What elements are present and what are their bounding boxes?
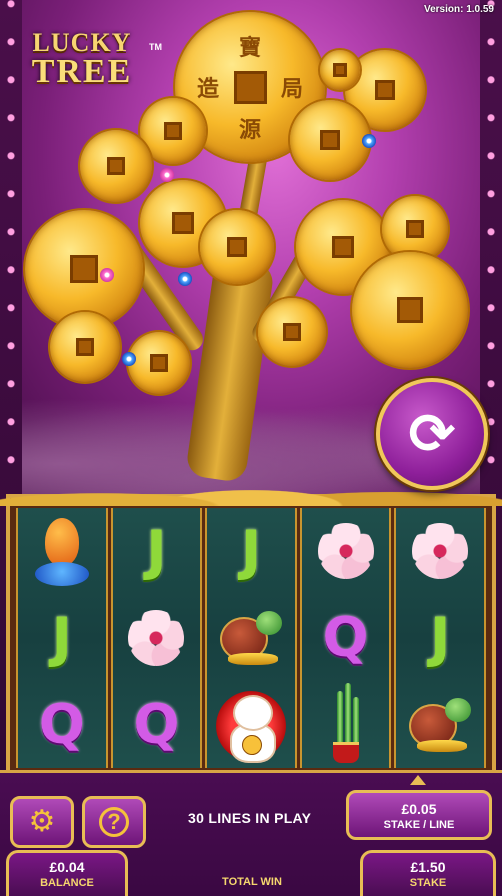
symbol-cherry-blossom	[396, 508, 484, 595]
gold-coin	[128, 332, 190, 394]
total-win-meter: TOTAL WIN	[160, 850, 344, 896]
balance-value: £0.04	[49, 859, 85, 875]
trademark-mark: TM	[149, 42, 162, 52]
symbol-j: J	[396, 595, 484, 682]
symbol-q: Q	[302, 595, 390, 682]
lines-in-play-label: 30 LINES IN PLAY	[188, 810, 312, 826]
refresh-icon: ⟳	[408, 402, 456, 465]
gold-coin	[320, 50, 360, 90]
reel-3: J	[205, 508, 297, 768]
gold-coin	[50, 312, 120, 382]
stake-meter: £1.50 STAKE	[360, 850, 496, 896]
question-icon: ?	[99, 807, 129, 837]
stake-value: £1.50	[410, 859, 446, 875]
stake-per-line-label: STAKE / LINE	[383, 819, 455, 831]
symbol-koi-fish	[18, 508, 106, 595]
symbol-letter: Q	[322, 605, 369, 669]
symbol-bamboo	[302, 681, 390, 768]
cherry-blossom-icon	[128, 609, 185, 666]
gold-coin	[290, 100, 370, 180]
symbol-cherry-blossom	[113, 595, 201, 682]
cherry-blossom-icon	[412, 523, 469, 580]
version-label: Version: 1.0.59	[423, 4, 494, 15]
cherry-blossom-icon	[317, 523, 374, 580]
blue-flower	[178, 272, 192, 286]
balance-label: BALANCE	[40, 877, 94, 889]
symbol-letter: J	[51, 605, 72, 669]
gold-coin	[200, 210, 274, 284]
lucky-cat-icon	[215, 685, 286, 765]
coin-glyph: 局	[280, 76, 303, 102]
stake-arrow-indicator	[410, 775, 426, 785]
turtle-icon	[219, 610, 282, 665]
balance-meter: £0.04 BALANCE	[6, 850, 128, 896]
reel-2: J Q	[110, 508, 203, 768]
gold-coin	[80, 130, 152, 202]
koi-fish-icon	[34, 516, 89, 587]
symbol-cherry-blossom	[302, 508, 390, 595]
game-logo: LUCKY TREE TM	[8, 30, 162, 90]
reel-4: Q	[299, 508, 392, 768]
bamboo-icon	[319, 682, 373, 763]
gear-icon: ⚙	[28, 805, 56, 838]
spin-button[interactable]: ⟳	[376, 378, 488, 490]
symbol-q: Q	[113, 681, 201, 768]
symbol-lucky-cat	[207, 681, 295, 768]
symbol-letter: J	[430, 605, 451, 669]
symbol-q: Q	[18, 681, 106, 768]
gold-coin	[352, 252, 468, 368]
turtle-icon	[409, 697, 472, 752]
coin-glyph: 造	[197, 76, 220, 102]
blue-flower	[362, 134, 376, 148]
tree-trunk	[184, 256, 276, 484]
symbol-letter: Q	[38, 692, 85, 756]
reel-grid: J Q J Q J Q J	[16, 508, 486, 768]
settings-button[interactable]: ⚙	[10, 796, 74, 848]
reel-1: J Q	[16, 508, 108, 768]
help-button[interactable]: ?	[82, 796, 146, 848]
symbol-j: J	[18, 595, 106, 682]
symbol-letter: J	[146, 519, 167, 583]
reel-5: J	[394, 508, 486, 768]
pink-flower	[100, 268, 114, 282]
logo-tree-text: TREE	[31, 53, 133, 90]
symbol-turtle	[396, 681, 484, 768]
symbol-letter: Q	[133, 692, 180, 756]
total-win-label: TOTAL WIN	[222, 876, 282, 888]
coin-glyph: 寶	[238, 35, 261, 61]
gold-coin	[258, 298, 326, 366]
pink-flower	[160, 168, 174, 182]
stake-per-line-value: £0.05	[401, 801, 437, 817]
symbol-j: J	[113, 508, 201, 595]
blue-flower	[122, 352, 136, 366]
symbol-letter: J	[240, 519, 262, 583]
stake-label: STAKE	[409, 877, 447, 889]
symbol-j: J	[207, 508, 295, 595]
gold-coin	[25, 210, 143, 328]
coin-glyph: 源	[238, 117, 261, 143]
stake-per-line-button[interactable]: £0.05 STAKE / LINE	[346, 790, 492, 840]
symbol-turtle	[207, 595, 295, 682]
